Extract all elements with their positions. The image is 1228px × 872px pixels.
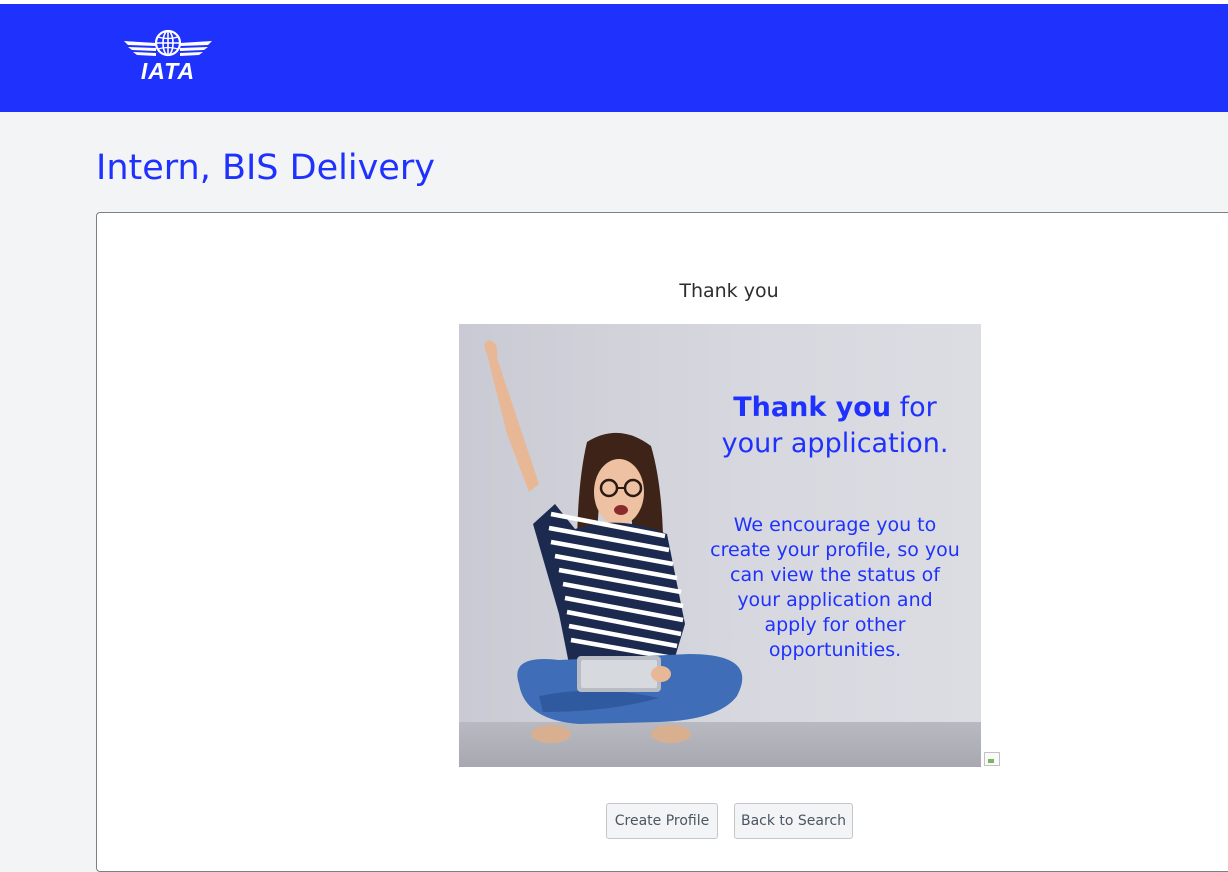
banner-title: Thank you for your application. <box>709 390 961 462</box>
iata-logo[interactable]: IATA <box>122 26 214 88</box>
site-header: IATA <box>0 4 1228 112</box>
globe-wings-icon <box>124 29 212 57</box>
create-profile-button[interactable]: Create Profile <box>606 803 718 839</box>
page-title: Intern, BIS Delivery <box>96 148 435 188</box>
banner-title-bold: Thank you <box>733 392 892 423</box>
broken-image-icon <box>984 752 1000 766</box>
thank-you-heading-text: Thank you <box>679 280 779 302</box>
thank-you-heading: Thank you <box>0 280 1228 302</box>
back-to-search-button[interactable]: Back to Search <box>734 803 853 839</box>
banner-body-text: We encourage you to create your profile,… <box>710 514 960 661</box>
thank-you-banner-image: Thank you for your application. We encou… <box>459 324 981 767</box>
logo-text: IATA <box>140 58 196 84</box>
